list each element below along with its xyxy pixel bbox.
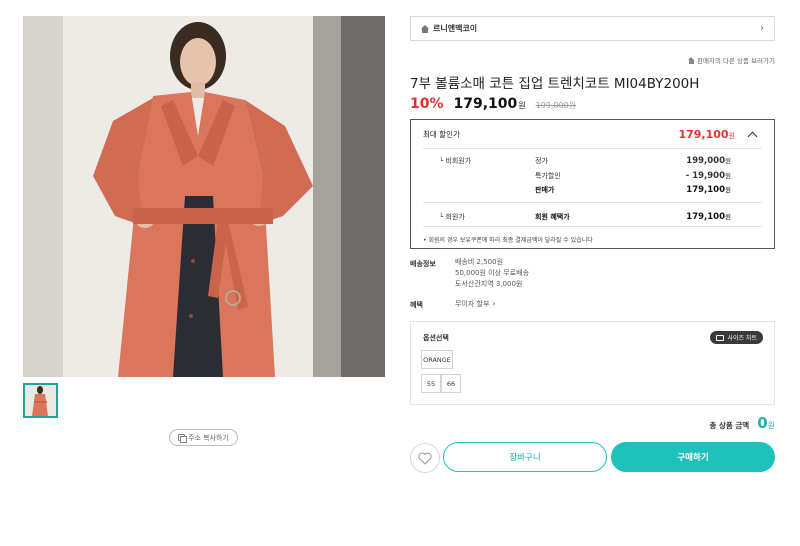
brand-link[interactable]: 르니앤맥코이 › — [410, 16, 775, 41]
size-chart-button[interactable]: 사이즈 차트 — [710, 331, 763, 344]
shipping-label: 배송정보 — [410, 260, 436, 268]
currency-unit: 원 — [725, 157, 731, 165]
installment-benefit-link[interactable]: 무이자 할부 › — [455, 298, 496, 310]
seller-link-label: 판매자의 다른 상품 보러가기 — [697, 57, 775, 65]
size-option-66[interactable]: 66 — [441, 374, 461, 393]
non-member-label: └ 비회원가 — [439, 157, 472, 165]
regular-price-number: 199,000 — [686, 156, 726, 166]
copy-icon — [178, 434, 188, 443]
shipping-fee: 배송비 2,500원 — [455, 258, 504, 266]
max-discount-header[interactable]: 최대 할인가 179,100원 — [423, 120, 762, 149]
currency-unit: 원 — [725, 172, 731, 180]
brand-name: 르니앤맥코이 — [433, 24, 478, 33]
currency-unit: 원 — [725, 213, 731, 221]
total-amount: 총 상품 금액 0원 — [709, 414, 775, 432]
currency-unit: 원 — [725, 186, 731, 194]
sale-price-value: 179,100 — [453, 96, 518, 112]
sale-price: 179,100원 — [454, 96, 526, 112]
non-member-text: 비회원가 — [445, 157, 472, 165]
max-discount-price: 179,100원 — [678, 128, 735, 141]
home-icon — [688, 56, 695, 64]
size-chart-label: 사이즈 차트 — [727, 335, 757, 342]
special-discount-label: 특가할인 — [535, 172, 561, 180]
free-shipping-threshold: 50,000원 이상 무료배송 — [455, 269, 530, 277]
thumbnail-image — [25, 385, 56, 416]
seller-other-products-link[interactable]: 판매자의 다른 상품 보러가기 — [688, 55, 775, 65]
currency-unit: 원 — [728, 131, 735, 140]
product-title: 7부 볼륨소매 코튼 집업 트렌치코트 MI04BY200H — [410, 76, 700, 92]
regular-price-value: 199,000원 — [686, 155, 731, 166]
product-main-image — [23, 16, 385, 377]
copy-url-button[interactable]: 주소 복사하기 — [169, 429, 238, 446]
price-line: 10% 179,100원 199,000원 — [410, 96, 576, 112]
chevron-right-icon: › — [760, 23, 764, 34]
model-trench-coat-photo — [23, 16, 385, 377]
special-discount-number: - 19,900 — [685, 171, 726, 181]
shipping-info: 배송비 2,500원 50,000원 이상 무료배송 도서산간지역 3,000원 — [455, 257, 529, 290]
product-thumbnail[interactable] — [23, 383, 58, 418]
special-discount-value: - 19,900원 — [686, 170, 731, 181]
copy-url-label: 주소 복사하기 — [188, 433, 229, 442]
max-discount-label: 최대 할인가 — [423, 129, 460, 139]
benefit-label: 혜택 — [410, 301, 423, 309]
buy-now-button[interactable]: 구매하기 — [611, 442, 775, 472]
wishlist-button[interactable] — [410, 443, 440, 473]
member-benefit-number: 179,100 — [686, 212, 726, 222]
option-select-panel: 옵션선택 사이즈 차트 ORANGE 55 66 — [410, 321, 775, 405]
member-benefit-label: 회원 혜택가 — [535, 213, 570, 221]
currency-unit: 원 — [518, 101, 526, 110]
divider — [423, 202, 762, 203]
member-text: 회원가 — [445, 213, 465, 221]
size-chart-icon — [716, 334, 725, 341]
total-label: 총 상품 금액 — [709, 421, 750, 430]
add-to-cart-button[interactable]: 장바구니 — [443, 442, 607, 472]
color-option-orange[interactable]: ORANGE — [421, 350, 453, 369]
home-icon — [421, 24, 429, 33]
installment-benefit-text: 무이자 할부 — [455, 300, 490, 308]
sale-price-row-value: 179,100원 — [686, 184, 731, 195]
size-option-55[interactable]: 55 — [421, 374, 441, 393]
remote-area-fee: 도서산간지역 3,000원 — [455, 280, 523, 288]
currency-unit: 원 — [767, 421, 775, 430]
total-number: 0 — [757, 414, 768, 432]
coupon-notice: • 회원의 경우 보유쿠폰에 따라 최종 결제금액이 달라질 수 있습니다 — [423, 237, 593, 244]
sale-price-label: 판매가 — [535, 186, 555, 194]
original-price: 199,000원 — [535, 101, 577, 110]
max-discount-panel: 최대 할인가 179,100원 └ 비회원가 정가 199,000원 특가할인 … — [410, 119, 775, 249]
discount-rate: 10% — [410, 96, 444, 112]
heart-icon — [418, 452, 432, 465]
divider — [423, 226, 762, 227]
regular-price-label: 정가 — [535, 157, 548, 165]
option-select-title: 옵션선택 — [423, 334, 449, 342]
total-value: 0원 — [757, 414, 775, 432]
member-label: └ 회원가 — [439, 213, 465, 221]
max-discount-value: 179,100 — [678, 127, 729, 141]
chevron-up-icon[interactable] — [747, 131, 758, 141]
sale-price-number: 179,100 — [686, 185, 726, 195]
member-benefit-value: 179,100원 — [686, 211, 731, 222]
chevron-right-icon: › — [492, 299, 496, 308]
